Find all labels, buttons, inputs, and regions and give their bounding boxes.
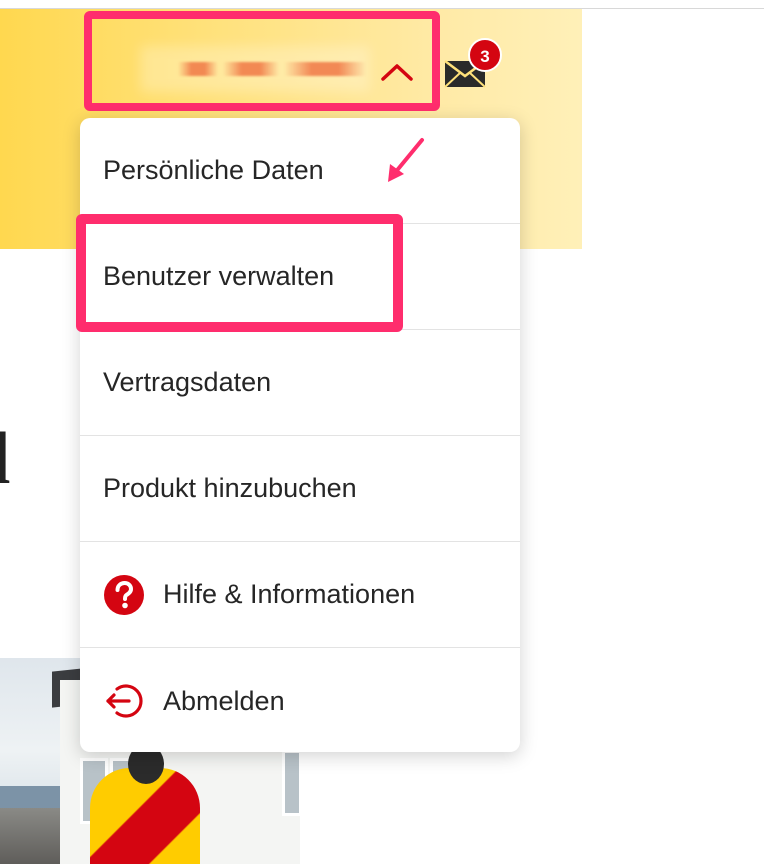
menu-item-vertragsdaten[interactable]: Vertragsdaten <box>80 330 520 436</box>
logout-icon <box>106 684 143 718</box>
browser-top-edge <box>0 0 764 9</box>
menu-item-label: Produkt hinzubuchen <box>103 473 357 503</box>
annotation-arrow-icon <box>388 138 424 182</box>
page-headline-fragment: l <box>0 418 11 500</box>
menu-item-hilfe-informationen[interactable]: Hilfe & Informationen <box>80 542 520 648</box>
annotation-highlight-user-menu <box>84 11 440 111</box>
menu-item-label: Vertragsdaten <box>103 367 272 397</box>
menu-item-produkt-hinzubuchen[interactable]: Produkt hinzubuchen <box>80 436 520 542</box>
menu-item-label: Abmelden <box>163 685 285 716</box>
menu-item-abmelden[interactable]: Abmelden <box>80 648 520 752</box>
photo-window <box>282 750 300 816</box>
menu-item-persoenliche-daten[interactable]: Persönliche Daten <box>80 118 520 224</box>
menu-item-label: Persönliche Daten <box>103 155 324 185</box>
menu-item-label: Hilfe & Informationen <box>163 579 416 609</box>
annotation-highlight-benutzer-verwalten <box>76 214 403 332</box>
question-circle-icon <box>104 574 144 615</box>
notification-badge: 3 <box>468 38 502 72</box>
